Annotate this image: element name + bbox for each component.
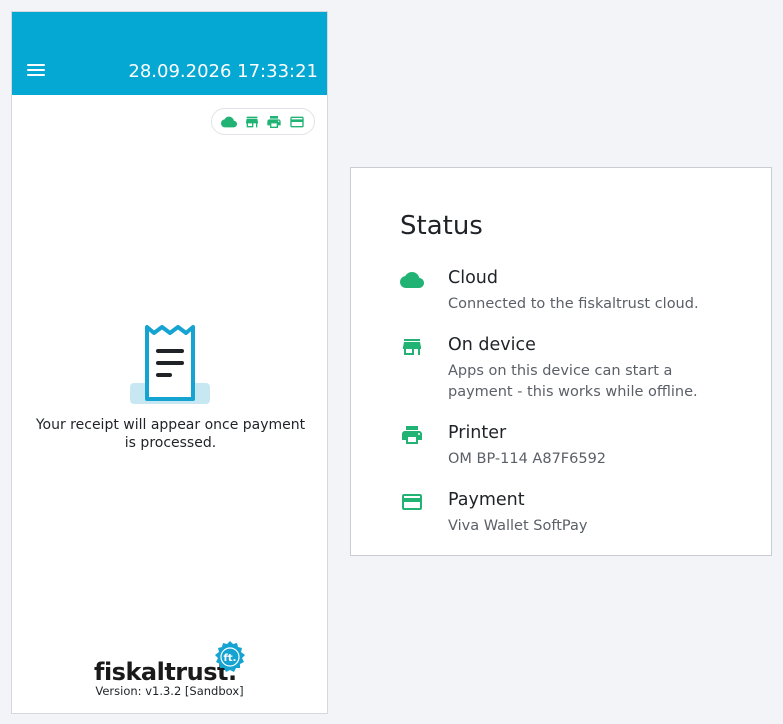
phone-screen: 28.09.2026 17:33:21 Your receipt will ap… <box>11 11 328 714</box>
status-item-title: Printer <box>448 423 507 443</box>
receipt-placeholder-message: Your receipt will appear once payment is… <box>35 417 306 451</box>
status-title: Status <box>400 211 483 241</box>
printer-icon <box>402 426 422 444</box>
status-item-title: On device <box>448 335 536 355</box>
logo-seal-icon: ft. <box>215 641 245 672</box>
store-icon <box>403 339 421 355</box>
status-item-description: Connected to the fiskaltrust cloud. <box>448 296 699 312</box>
status-item-title: Cloud <box>448 268 498 288</box>
status-item-description: OM BP-114 A87F6592 <box>448 451 607 467</box>
credit-card-icon <box>290 116 304 127</box>
menu-icon[interactable] <box>27 64 45 78</box>
status-item-title: Payment <box>448 490 525 510</box>
version-label: Version: v1.3.2 [Sandbox] <box>95 684 244 698</box>
cloud-icon <box>221 116 238 127</box>
status-panel: Status Cloud Connected to the fiskaltrus… <box>350 167 772 556</box>
status-item-description: Viva Wallet SoftPay <box>448 518 588 534</box>
credit-card-icon <box>402 494 422 510</box>
fiskaltrust-logo: fiskaltrust. ft. <box>94 641 249 689</box>
status-indicator-pill[interactable] <box>211 108 315 135</box>
app-header: 28.09.2026 17:33:21 <box>12 12 327 95</box>
header-datetime: 28.09.2026 17:33:21 <box>128 61 318 82</box>
store-icon <box>245 116 258 127</box>
svg-text:ft.: ft. <box>224 653 237 664</box>
cloud-icon <box>400 272 424 288</box>
printer-icon <box>267 115 281 128</box>
receipt-illustration-icon <box>130 325 210 404</box>
status-item-description: Apps on this device can start a payment … <box>448 363 698 400</box>
